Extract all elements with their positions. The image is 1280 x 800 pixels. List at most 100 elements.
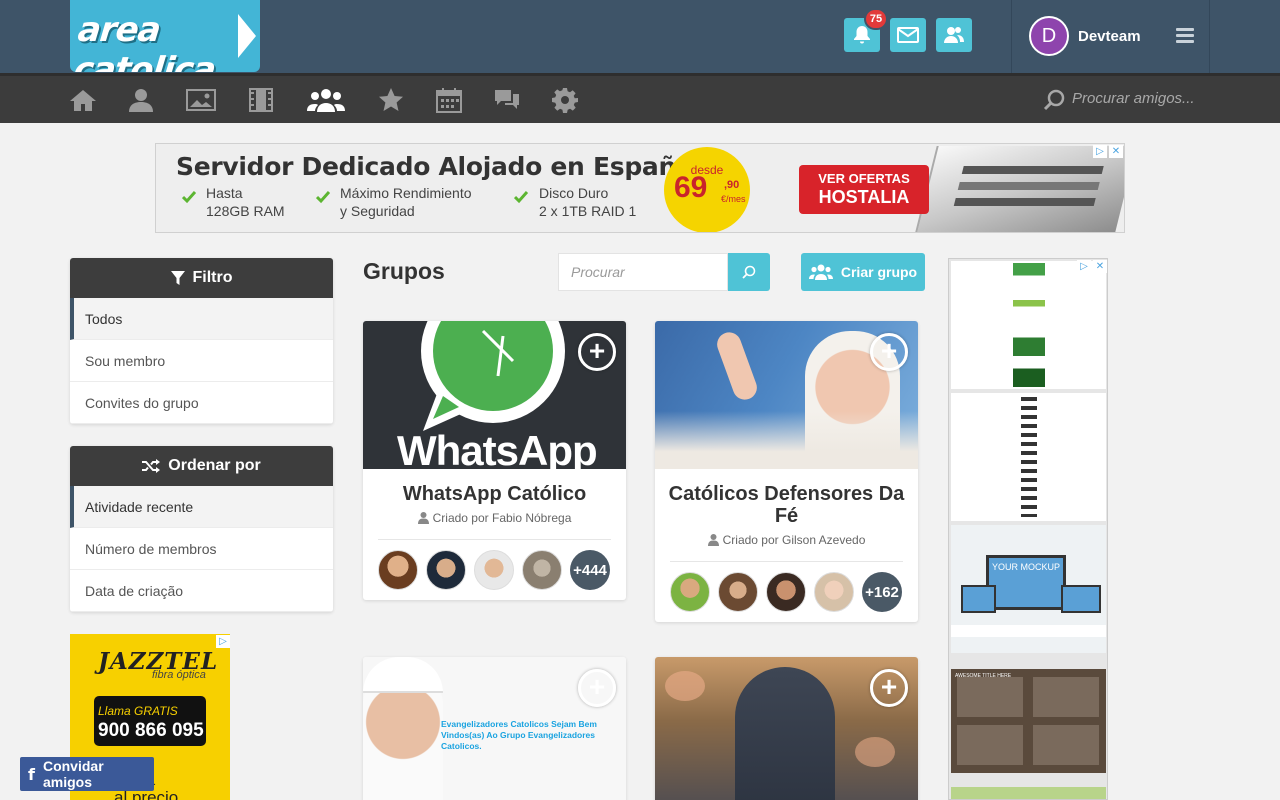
sort-item-members[interactable]: Número de membros bbox=[70, 528, 333, 570]
check-icon bbox=[514, 191, 528, 204]
facebook-icon: f bbox=[28, 764, 35, 784]
filter-item-member[interactable]: Sou membro bbox=[70, 340, 333, 382]
notification-count-badge: 75 bbox=[864, 8, 888, 30]
group-name[interactable]: Católicos Defensores Da Fé bbox=[655, 469, 918, 527]
group-name[interactable]: WhatsApp Católico bbox=[363, 469, 626, 505]
check-icon bbox=[316, 191, 330, 204]
member-avatar[interactable] bbox=[378, 550, 418, 590]
sort-header: Ordenar por bbox=[70, 446, 333, 486]
member-avatar[interactable] bbox=[766, 572, 806, 612]
group-card[interactable]: WhatsApp + WhatsApp Católico Criado por … bbox=[363, 321, 626, 600]
nav-groups[interactable] bbox=[306, 86, 346, 114]
member-avatar[interactable] bbox=[426, 550, 466, 590]
filter-icon bbox=[170, 271, 185, 285]
mockup-screen: YOUR MOCKUP bbox=[986, 555, 1066, 610]
messages-button[interactable] bbox=[890, 18, 926, 52]
member-avatar[interactable] bbox=[670, 572, 710, 612]
friend-requests-button[interactable] bbox=[936, 18, 972, 52]
envelope-icon bbox=[897, 27, 919, 43]
create-group-button[interactable]: Criar grupo bbox=[801, 253, 925, 291]
member-avatar[interactable] bbox=[814, 572, 854, 612]
adchoices-icon[interactable]: ▷ bbox=[1093, 145, 1107, 158]
groups-icon bbox=[307, 89, 345, 112]
filter-item-all[interactable]: Todos bbox=[70, 298, 333, 340]
ad-thumbnail bbox=[951, 393, 1106, 521]
ad-feature-performance: Máximo Rendimiento y Seguridad bbox=[340, 185, 472, 219]
favorites-icon bbox=[379, 88, 403, 111]
filter-panel: Filtro Todos Sou membro Convites do grup… bbox=[70, 258, 333, 424]
check-icon bbox=[182, 191, 196, 204]
group-search-input[interactable] bbox=[558, 253, 728, 291]
search-icon bbox=[742, 265, 756, 279]
group-card[interactable]: + Católicos Defensores Da Fé Criado por … bbox=[655, 321, 918, 622]
nav-calendar[interactable] bbox=[434, 86, 464, 114]
group-card[interactable]: Evangelizadores Catolicos Sejam Bem Vind… bbox=[363, 657, 626, 800]
group-creator: Criado por Gilson Azevedo bbox=[655, 533, 918, 547]
nav-videos[interactable] bbox=[246, 86, 276, 114]
join-group-plus-icon[interactable]: + bbox=[870, 333, 908, 371]
sort-item-recent[interactable]: Atividade recente bbox=[70, 486, 333, 528]
group-cover-image[interactable]: WhatsApp + bbox=[363, 321, 626, 469]
user-icon bbox=[417, 512, 429, 524]
nav-settings[interactable] bbox=[550, 86, 580, 114]
site-logo[interactable]: area catolica bbox=[70, 0, 260, 72]
group-cover-image[interactable]: + bbox=[655, 657, 918, 800]
whatsapp-banner-text: WhatsApp bbox=[397, 427, 598, 469]
group-creator: Criado por Fabio Nóbrega bbox=[363, 511, 626, 525]
groups-icon bbox=[808, 264, 833, 280]
logo-text: area catolica bbox=[71, 10, 218, 72]
shuffle-icon bbox=[142, 459, 161, 473]
adchoices-icon[interactable]: ▷ bbox=[216, 635, 230, 648]
nav-home[interactable] bbox=[68, 86, 98, 114]
search-friends-input[interactable]: Procurar amigos... bbox=[1072, 90, 1195, 107]
chat-icon bbox=[495, 90, 519, 109]
member-avatar[interactable] bbox=[522, 550, 562, 590]
main-navbar: Procurar amigos... bbox=[0, 73, 1280, 123]
adchoices-icon[interactable]: ▷ bbox=[1077, 260, 1091, 273]
ad-title: Servidor Dedicado Alojado en España bbox=[176, 152, 693, 181]
invite-friends-button[interactable]: f Convidar amigos bbox=[20, 757, 154, 791]
user-avatar[interactable]: D bbox=[1029, 16, 1069, 56]
ad-banner-right[interactable]: YOUR MOCKUP AWESOME TITLE HERE ▷ ✕ bbox=[948, 258, 1108, 800]
member-avatar[interactable] bbox=[474, 550, 514, 590]
group-image-caption: Evangelizadores Catolicos Sejam Bem Vind… bbox=[441, 719, 597, 751]
home-icon bbox=[70, 90, 96, 111]
page-title: Grupos bbox=[363, 258, 445, 284]
member-avatar[interactable] bbox=[718, 572, 758, 612]
ad-close-icon[interactable]: ✕ bbox=[1093, 260, 1107, 273]
ad-close-icon[interactable]: ✕ bbox=[1109, 145, 1123, 158]
sort-item-date[interactable]: Data de criação bbox=[70, 570, 333, 612]
join-group-plus-icon[interactable]: + bbox=[870, 669, 908, 707]
ad-cta-button[interactable]: VER OFERTAS HOSTALIA bbox=[799, 165, 929, 214]
group-search-button[interactable] bbox=[728, 253, 770, 291]
hamburger-menu-icon[interactable] bbox=[1176, 28, 1194, 44]
nav-profile[interactable] bbox=[126, 86, 156, 114]
nav-chat[interactable] bbox=[492, 86, 522, 114]
more-members-count[interactable]: +162 bbox=[862, 572, 902, 612]
user-icon bbox=[707, 534, 719, 546]
join-group-plus-icon[interactable]: + bbox=[578, 333, 616, 371]
nav-favorites[interactable] bbox=[376, 86, 406, 114]
ad-banner-top[interactable]: Servidor Dedicado Alojado en España Hast… bbox=[155, 143, 1125, 233]
calendar-icon bbox=[436, 88, 462, 113]
logo-arrow-icon bbox=[238, 14, 256, 58]
group-cover-image[interactable]: Evangelizadores Catolicos Sejam Bem Vind… bbox=[363, 657, 626, 800]
member-avatars: +444 bbox=[363, 540, 626, 600]
more-members-count[interactable]: +444 bbox=[570, 550, 610, 590]
ad-server-image bbox=[915, 146, 1124, 232]
join-group-plus-icon[interactable]: + bbox=[578, 669, 616, 707]
ad-thumbnail bbox=[951, 261, 1106, 389]
filter-item-invites[interactable]: Convites do grupo bbox=[70, 382, 333, 424]
ad-left-callbox: Llama GRATIS 900 866 095 bbox=[94, 696, 206, 746]
nav-photos[interactable] bbox=[186, 86, 216, 114]
settings-icon bbox=[552, 88, 578, 113]
group-cover-image[interactable]: + bbox=[655, 321, 918, 469]
template-title-text: AWESOME TITLE HERE bbox=[955, 673, 1012, 679]
photos-icon bbox=[186, 89, 216, 111]
group-card[interactable]: + bbox=[655, 657, 918, 800]
member-avatars: +162 bbox=[655, 562, 918, 622]
user-name[interactable]: Devteam bbox=[1078, 28, 1141, 45]
users-icon bbox=[944, 27, 964, 43]
videos-icon bbox=[249, 88, 273, 112]
search-icon bbox=[1043, 89, 1065, 111]
